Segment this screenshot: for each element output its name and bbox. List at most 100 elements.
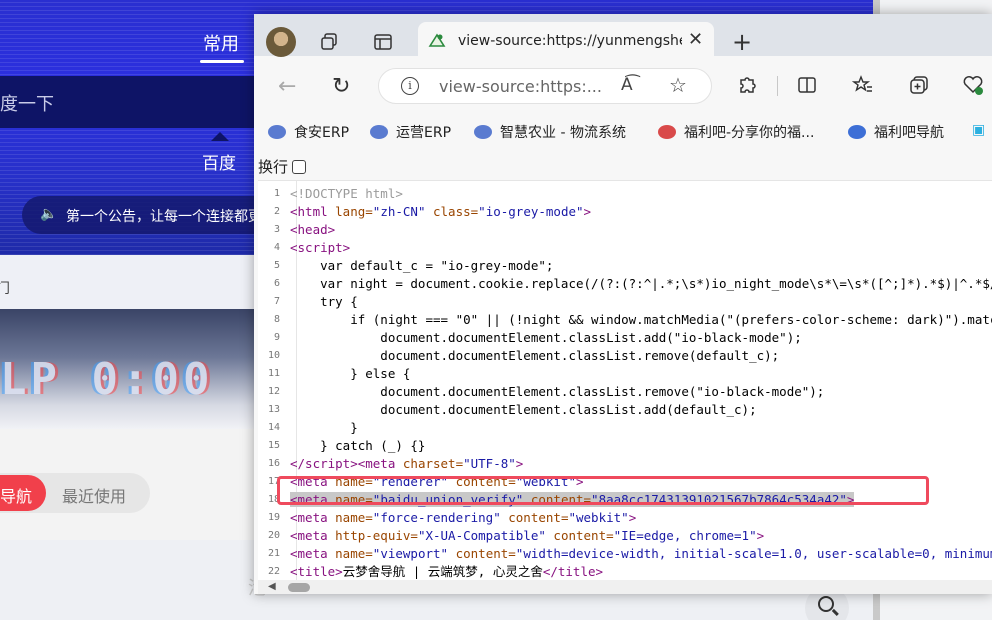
bookmark-item[interactable]: 运营ERP — [370, 122, 451, 142]
source-code-view[interactable]: 1 <!DOCTYPE html> 2 <html lang="zh-CN" clas… — [258, 180, 992, 588]
source-line: 16 </script><meta charset="UTF-8"> — [258, 455, 992, 473]
source-line: 6 var night = document.cookie.replace(/(… — [258, 275, 992, 293]
bilibili-icon[interactable]: ▣ — [972, 122, 985, 138]
line-number: 14 — [267, 422, 280, 433]
vertical-tabs-icon[interactable] — [372, 31, 394, 53]
notice-text: 第一个公告，让每一个连接都更有意义 — [66, 209, 282, 225]
search-icon — [818, 596, 834, 612]
address-bar[interactable]: i view-source:https:... A͡ ☆ — [378, 68, 712, 104]
bookmark-favicon-icon — [658, 125, 676, 139]
bookmark-item[interactable]: 智慧农业 - 物流系统 — [474, 122, 626, 142]
pill-recent[interactable]: 最近使用 — [62, 483, 126, 507]
line-number: 21 — [267, 548, 280, 559]
horizontal-scrollbar[interactable]: ◀ — [258, 580, 992, 594]
line-number: 8 — [273, 314, 280, 325]
highlight-annotation-box — [277, 476, 929, 505]
tab-bar: view-source:https://yunmengshe.com ✕ + — [254, 14, 992, 58]
bookmark-item[interactable]: 食安ERP — [268, 122, 349, 142]
search-engine-baidu[interactable]: 百度 — [202, 149, 236, 174]
line-number: 12 — [267, 386, 280, 397]
bookmark-item[interactable]: 福利吧-分享你的福... — [658, 122, 814, 142]
read-aloud-icon[interactable]: A͡ — [621, 75, 633, 95]
line-number: 6 — [273, 278, 280, 289]
source-line: 8 if (night === "0" || (!night && window… — [258, 311, 992, 329]
collections-icon[interactable] — [908, 74, 930, 101]
source-line: 5 var default_c = "io-grey-mode"; — [258, 257, 992, 275]
line-code: document.documentElement.classList.add(d… — [290, 402, 757, 417]
address-text: view-source:https:... — [439, 77, 602, 96]
bookmark-favicon-icon — [848, 125, 866, 139]
workspaces-icon[interactable] — [318, 31, 340, 53]
source-line: 22 <title>云梦舍导航 | 云端筑梦, 心灵之舍</title> — [258, 563, 992, 581]
bookmarks-bar: 食安ERP 运营ERP 智慧农业 - 物流系统 福利吧-分享你的福... 福利吧… — [254, 114, 992, 148]
line-code: <head> — [290, 222, 336, 237]
line-number: 9 — [273, 332, 280, 343]
back-icon[interactable]: ← — [278, 74, 296, 99]
refresh-icon[interactable]: ↻ — [332, 74, 350, 99]
pill-nav[interactable]: 导航 — [0, 475, 46, 511]
tab-view-source[interactable]: view-source:https://yunmengshe.com ✕ — [418, 22, 714, 58]
toolbar: ← ↻ i view-source:https:... A͡ ☆ — [254, 58, 992, 114]
line-code: document.documentElement.classList.remov… — [290, 384, 825, 399]
source-line: 21 <meta name="viewport" content="width=d… — [258, 545, 992, 563]
browser-window: view-source:https://yunmengshe.com ✕ + ←… — [254, 14, 992, 594]
favorite-star-icon[interactable]: ☆ — [669, 73, 687, 97]
source-line: 20 <meta http-equiv="X-UA-Compatible" con… — [258, 527, 992, 545]
line-code: var default_c = "io-grey-mode"; — [290, 258, 554, 273]
site-favicon-icon — [428, 33, 446, 47]
source-line: 19 <meta name="force-rendering" content="… — [258, 509, 992, 527]
info-icon[interactable]: i — [401, 77, 419, 95]
line-number: 7 — [273, 296, 280, 307]
bookmark-favicon-icon — [474, 125, 492, 139]
split-screen-icon[interactable] — [796, 74, 818, 101]
bookmark-favicon-icon — [370, 125, 388, 139]
line-code: <title>云梦舍导航 | 云端筑梦, 心灵之舍</title> — [290, 564, 604, 579]
extensions-icon[interactable] — [736, 74, 758, 101]
line-number: 20 — [267, 530, 280, 541]
line-number: 16 — [267, 458, 280, 469]
notice-bar[interactable]: 🔈 第一个公告，让每一个连接都更有意义 — [22, 196, 282, 234]
line-code: } else { — [290, 366, 411, 381]
line-code: var night = document.cookie.replace(/(?:… — [290, 276, 992, 291]
speaker-icon: 🔈 — [40, 206, 58, 222]
line-number: 1 — [273, 188, 280, 199]
line-code: <meta name="force-rendering" content="we… — [290, 510, 637, 525]
line-code: <html lang="zh-CN" class="io-grey-mode"> — [290, 204, 592, 219]
close-icon[interactable]: ✕ — [688, 29, 703, 50]
browser-essentials-icon[interactable] — [962, 74, 984, 101]
source-line: 10 document.documentElement.classList.re… — [258, 347, 992, 365]
line-code: document.documentElement.classList.add("… — [290, 330, 802, 345]
line-code: } — [290, 420, 358, 435]
line-code: } catch (_) {} — [290, 438, 426, 453]
bookmark-item[interactable]: 福利吧导航 — [848, 122, 944, 142]
tab-title: view-source:https://yunmengshe.com — [458, 33, 682, 49]
source-line: 9 document.documentElement.classList.add… — [258, 329, 992, 347]
line-number: 19 — [267, 512, 280, 523]
wrap-checkbox[interactable] — [292, 160, 307, 174]
line-code: <meta name="viewport" content="width=dev… — [290, 546, 992, 561]
line-number: 10 — [267, 350, 280, 361]
source-line: 7 try { — [258, 293, 992, 311]
line-wrap-toggle[interactable]: 换行 — [258, 156, 307, 177]
bookmark-favicon-icon — [268, 125, 286, 139]
site-search-input[interactable]: 度一下 — [0, 76, 280, 128]
wrap-label: 换行 — [258, 158, 289, 176]
new-tab-icon[interactable]: + — [732, 28, 752, 56]
line-number: 3 — [273, 224, 280, 235]
line-number: 11 — [267, 368, 280, 379]
favorites-icon[interactable] — [851, 74, 874, 101]
source-line: 4 <script> — [258, 239, 992, 257]
banner-glitch-text: LP 0:00 — [0, 354, 214, 405]
line-code: </script><meta charset="UTF-8"> — [290, 456, 524, 471]
tab-common[interactable]: 常用 — [203, 30, 239, 56]
line-code: if (night === "0" || (!night && window.m… — [290, 312, 992, 327]
scrollbar-thumb[interactable] — [288, 583, 310, 592]
source-line: 2 <html lang="zh-CN" class="io-grey-mode"… — [258, 203, 992, 221]
toolbar-separator — [777, 76, 778, 96]
scroll-left-icon[interactable]: ◀ — [268, 581, 276, 592]
line-number: 13 — [267, 404, 280, 415]
source-line: 13 document.documentElement.classList.ad… — [258, 401, 992, 419]
tab-underline — [200, 60, 244, 63]
line-number: 22 — [267, 566, 280, 577]
profile-avatar[interactable] — [266, 27, 296, 57]
